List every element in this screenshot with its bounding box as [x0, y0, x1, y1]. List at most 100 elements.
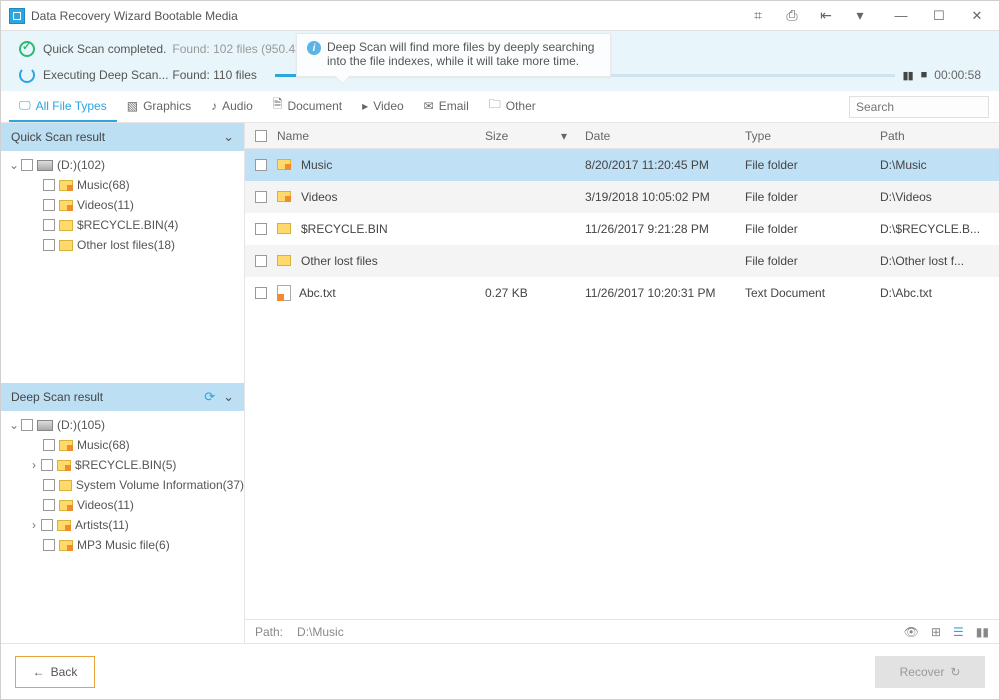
checkbox[interactable] [43, 439, 55, 451]
col-date[interactable]: Date [575, 129, 735, 143]
file-list-panel: Name Size ▾ Date Type Path Music 8/20/201… [245, 123, 999, 643]
tree-drive[interactable]: ⌄(D:)(102) [1, 155, 244, 175]
checkbox[interactable] [43, 219, 55, 231]
drive-icon [37, 160, 53, 171]
tab-video[interactable]: ▸Video [352, 91, 414, 122]
path-label: Path: [255, 625, 283, 639]
folder-icon [59, 500, 73, 511]
checkbox[interactable] [41, 519, 53, 531]
checkbox[interactable] [21, 159, 33, 171]
chevron-down-icon[interactable]: ⌄ [223, 389, 234, 405]
monitor-icon: 🖵 [19, 98, 31, 113]
file-icon [277, 285, 291, 301]
deep-scan-found: Found: 110 files [172, 68, 257, 82]
table-row[interactable]: Other lost files File folderD:\Other los… [245, 245, 999, 277]
tab-graphics[interactable]: ▧Graphics [117, 91, 201, 122]
checkbox[interactable] [21, 419, 33, 431]
deep-scan-panel-header[interactable]: Deep Scan result ⟳ ⌄ [1, 383, 244, 411]
folder-icon [59, 440, 73, 451]
document-icon: 🗎 [273, 95, 283, 116]
path-bar: Path: D:\Music 👁 ⊞ ☰ ▮▮ [245, 619, 999, 643]
search-box[interactable]: ⌕ [849, 96, 989, 118]
search-input[interactable] [856, 100, 1000, 114]
chevron-down-icon[interactable]: ⌄ [223, 129, 234, 145]
checkbox[interactable] [255, 223, 267, 235]
list-view-icon[interactable]: ☰ [953, 625, 964, 639]
folder-icon: 🗀 [489, 95, 501, 116]
tree-item[interactable]: $RECYCLE.BIN(4) [1, 215, 244, 235]
checkbox[interactable] [255, 255, 267, 267]
tab-email[interactable]: ✉Email [414, 91, 479, 122]
checkbox[interactable] [43, 239, 55, 251]
tree-item[interactable]: Videos(11) [1, 195, 244, 215]
tooltip-text: Deep Scan will find more files by deeply… [327, 40, 600, 68]
dropdown-icon[interactable]: ▾ [851, 7, 869, 25]
pause-button[interactable]: ▮▮ [903, 69, 913, 82]
title-bar: Data Recovery Wizard Bootable Media ⌗ ⎙ … [1, 1, 999, 31]
preview-icon[interactable]: 👁 [904, 625, 919, 639]
col-type[interactable]: Type [735, 129, 870, 143]
sort-desc-icon[interactable]: ▾ [561, 129, 567, 143]
stop-button[interactable]: ■ [921, 69, 927, 81]
recover-button[interactable]: Recover↻ [875, 656, 985, 688]
folder-icon [59, 180, 73, 191]
checkbox[interactable] [43, 479, 55, 491]
table-row[interactable]: Videos 3/19/2018 10:05:02 PMFile folderD… [245, 181, 999, 213]
tab-all-types[interactable]: 🖵All File Types [9, 91, 117, 122]
col-path[interactable]: Path [870, 129, 999, 143]
table-row[interactable]: Music 8/20/2017 11:20:45 PMFile folderD:… [245, 149, 999, 181]
checkbox[interactable] [43, 539, 55, 551]
folder-icon [277, 255, 291, 266]
folder-icon [59, 540, 73, 551]
maximize-button[interactable]: ☐ [925, 2, 953, 30]
window-title: Data Recovery Wizard Bootable Media [31, 9, 238, 23]
minimize-button[interactable]: — [887, 2, 915, 30]
export-icon[interactable]: ⎙ [783, 7, 801, 25]
checkbox[interactable] [43, 499, 55, 511]
col-size[interactable]: Size [485, 129, 508, 143]
tree-item[interactable]: Music(68) [1, 175, 244, 195]
tree-item[interactable]: Music(68) [1, 435, 244, 455]
folder-icon [277, 223, 291, 234]
video-icon: ▸ [362, 99, 368, 113]
folder-icon [59, 200, 73, 211]
folder-icon [277, 159, 291, 170]
folder-icon [59, 220, 73, 231]
tree-item[interactable]: MP3 Music file(6) [1, 535, 244, 555]
tab-other[interactable]: 🗀Other [479, 91, 546, 122]
app-logo-icon [9, 8, 25, 24]
tab-audio[interactable]: ♪Audio [201, 91, 263, 122]
folder-icon [59, 480, 72, 491]
tab-document[interactable]: 🗎Document [263, 91, 352, 122]
col-name[interactable]: Name [277, 129, 309, 143]
tree-item[interactable]: System Volume Information(37) [1, 475, 244, 495]
checkbox[interactable] [255, 159, 267, 171]
close-button[interactable]: ✕ [963, 2, 991, 30]
checkbox[interactable] [43, 199, 55, 211]
tree-item[interactable]: ›Artists(11) [1, 515, 244, 535]
grid-view-icon[interactable]: ⊞ [931, 625, 941, 639]
quick-scan-status: Quick Scan completed. [43, 42, 166, 56]
quick-scan-tree: ⌄(D:)(102) Music(68) Videos(11) $RECYCLE… [1, 151, 244, 383]
grid-icon[interactable]: ⌗ [749, 7, 767, 25]
checkbox[interactable] [255, 191, 267, 203]
path-value: D:\Music [297, 625, 344, 639]
collapse-icon[interactable]: ⇤ [817, 7, 835, 25]
checkbox-all[interactable] [255, 130, 267, 142]
tree-drive[interactable]: ⌄(D:)(105) [1, 415, 244, 435]
status-panel: Quick Scan completed. Found: 102 files (… [1, 31, 999, 91]
checkbox[interactable] [41, 459, 53, 471]
recover-icon: ↻ [950, 665, 960, 679]
table-row[interactable]: $RECYCLE.BIN 11/26/2017 9:21:28 PMFile f… [245, 213, 999, 245]
quick-scan-panel-header[interactable]: Quick Scan result ⌄ [1, 123, 244, 151]
tree-item[interactable]: ›$RECYCLE.BIN(5) [1, 455, 244, 475]
refresh-icon[interactable]: ⟳ [204, 389, 215, 405]
detail-view-icon[interactable]: ▮▮ [976, 625, 989, 639]
checkbox[interactable] [255, 287, 267, 299]
tree-item[interactable]: Other lost files(18) [1, 235, 244, 255]
tree-item[interactable]: Videos(11) [1, 495, 244, 515]
table-row[interactable]: Abc.txt 0.27 KB11/26/2017 10:20:31 PMTex… [245, 277, 999, 309]
email-icon: ✉ [424, 99, 434, 113]
checkbox[interactable] [43, 179, 55, 191]
back-button[interactable]: ←Back [15, 656, 95, 688]
